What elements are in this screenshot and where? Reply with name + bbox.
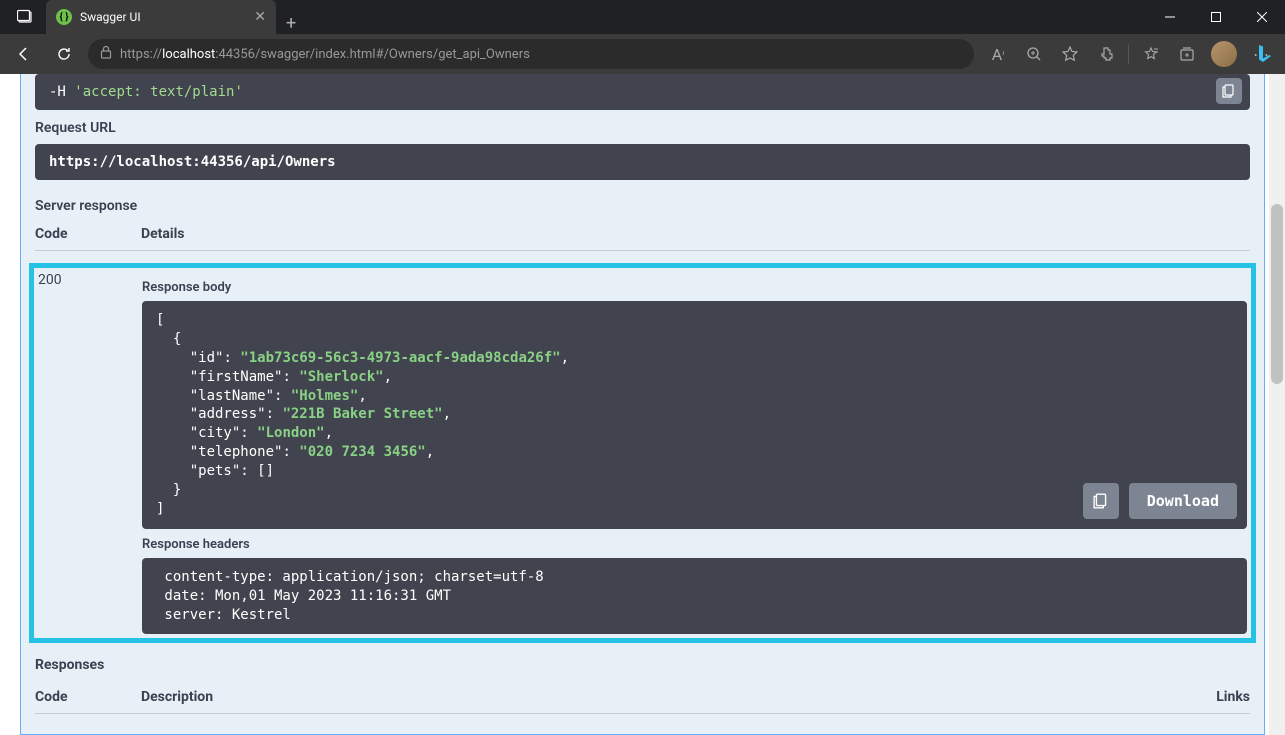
download-button[interactable]: Download (1129, 483, 1237, 519)
curl-flag: -H (49, 84, 66, 100)
copy-response-button[interactable] (1083, 483, 1119, 519)
lock-icon (100, 45, 112, 63)
responses-title: Responses (35, 657, 1250, 673)
swagger-favicon-icon: { } (56, 9, 72, 25)
live-response-highlight: 200 Response body [ { "id": "1ab73c69-56… (29, 263, 1256, 643)
tab-title: Swagger UI (80, 10, 246, 24)
page-scrollbar[interactable] (1269, 74, 1285, 735)
response-table-header: Code Details (35, 226, 1250, 251)
window-controls (1147, 0, 1285, 34)
refresh-button[interactable] (48, 38, 80, 70)
address-bar[interactable]: https://localhost:44356/swagger/index.ht… (88, 39, 974, 69)
scrollbar-thumb[interactable] (1271, 204, 1283, 384)
curl-command-box: -H 'accept: text/plain' (35, 74, 1250, 110)
browser-toolbar: https://localhost:44356/swagger/index.ht… (0, 34, 1285, 74)
swagger-operation-panel: -H 'accept: text/plain' Request URL http… (20, 74, 1265, 735)
response-headers-box: content-type: application/json; charset=… (142, 558, 1247, 635)
minimize-button[interactable] (1147, 0, 1193, 34)
curl-value: 'accept: text/plain' (74, 84, 243, 100)
responses-links-header: Links (1216, 689, 1250, 705)
favorite-icon[interactable] (1054, 38, 1086, 70)
close-window-button[interactable] (1239, 0, 1285, 34)
server-response-title: Server response (35, 198, 1250, 214)
tab-actions-icon[interactable] (8, 0, 42, 34)
response-headers-title: Response headers (142, 537, 1247, 552)
page-content: -H 'accept: text/plain' Request URL http… (0, 74, 1285, 735)
bing-sidebar-icon[interactable] (1249, 38, 1281, 70)
details-header: Details (141, 226, 185, 242)
responses-table-header: Code Description Links (35, 689, 1250, 714)
browser-titlebar: { } Swagger UI ✕ + (0, 0, 1285, 34)
responses-description-header: Description (141, 689, 1216, 705)
extensions-icon[interactable] (1090, 38, 1122, 70)
read-aloud-icon[interactable]: A⁾ (982, 38, 1014, 70)
response-body-box: [ { "id": "1ab73c69-56c3-4973-aacf-9ada9… (142, 301, 1247, 529)
response-body-title: Response body (142, 280, 1247, 295)
new-tab-button[interactable]: + (276, 13, 306, 34)
request-url-value: https://localhost:44356/api/Owners (49, 154, 336, 170)
profile-avatar[interactable] (1211, 41, 1237, 67)
copy-curl-button[interactable] (1216, 78, 1242, 104)
status-code: 200 (38, 272, 142, 634)
collections-icon[interactable] (1171, 38, 1203, 70)
url-text: https://localhost:44356/swagger/index.ht… (120, 47, 530, 62)
responses-section: Responses Code Description Links (35, 657, 1250, 714)
browser-tab[interactable]: { } Swagger UI ✕ (46, 0, 276, 34)
responses-code-header: Code (35, 689, 141, 705)
request-url-box: https://localhost:44356/api/Owners (35, 144, 1250, 180)
request-url-title: Request URL (35, 120, 1250, 136)
favorites-bar-icon[interactable] (1135, 38, 1167, 70)
code-header: Code (35, 226, 141, 242)
tab-close-icon[interactable]: ✕ (254, 9, 266, 25)
zoom-icon[interactable] (1018, 38, 1050, 70)
maximize-button[interactable] (1193, 0, 1239, 34)
back-button[interactable] (8, 38, 40, 70)
